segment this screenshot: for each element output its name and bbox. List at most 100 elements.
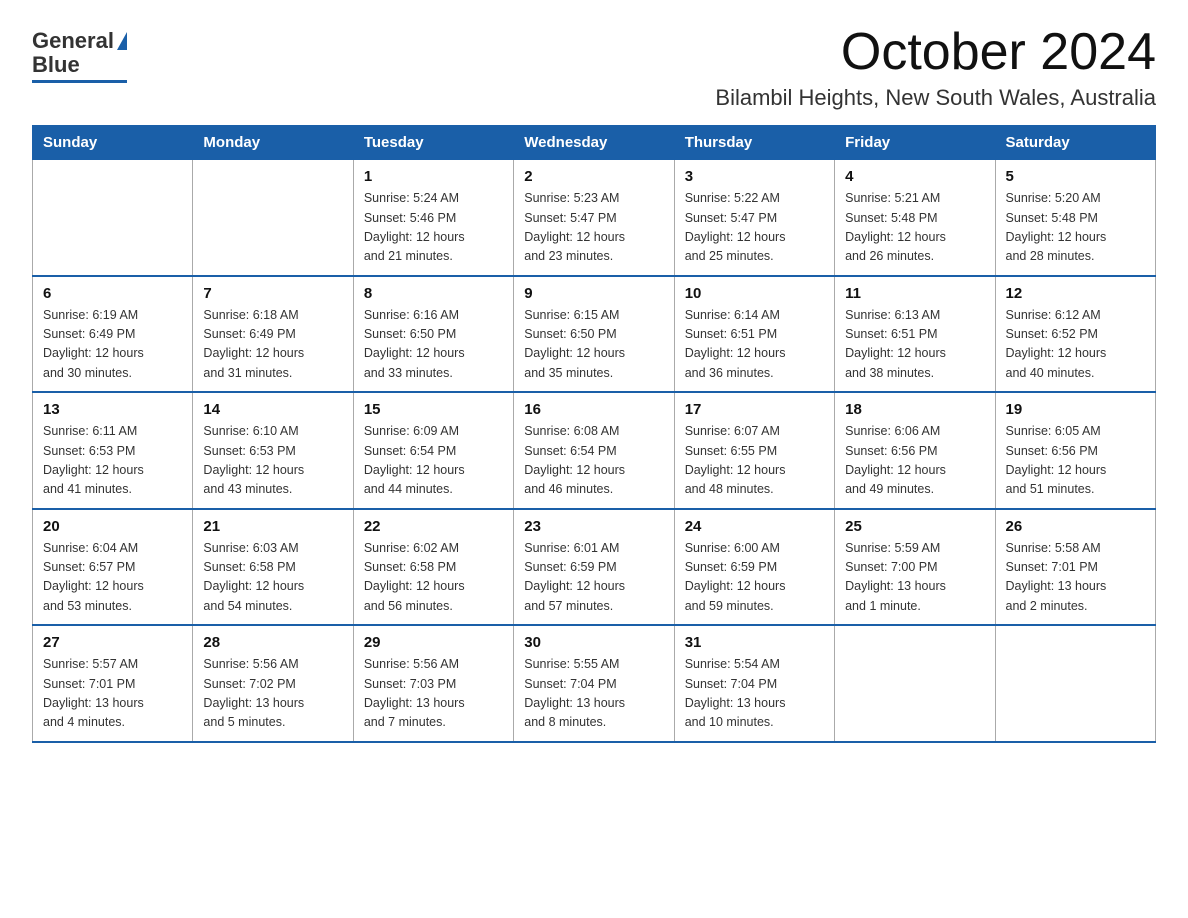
calendar-header: SundayMondayTuesdayWednesdayThursdayFrid… xyxy=(33,126,1156,160)
day-number: 6 xyxy=(43,285,182,302)
calendar-cell: 15Sunrise: 6:09 AM Sunset: 6:54 PM Dayli… xyxy=(353,392,513,509)
day-number: 11 xyxy=(845,285,984,302)
day-number: 19 xyxy=(1006,401,1145,418)
calendar-cell: 2Sunrise: 5:23 AM Sunset: 5:47 PM Daylig… xyxy=(514,160,674,276)
day-number: 21 xyxy=(203,518,342,535)
calendar-cell: 30 Sunrise: 5:55 AM Sunset: 7:04 PM Dayli… xyxy=(514,625,674,742)
day-info: Sunrise: 6:03 AM Sunset: 6:58 PM Dayligh… xyxy=(203,539,342,617)
calendar-cell: 6 Sunrise: 6:19 AM Sunset: 6:49 PM Daylig… xyxy=(33,276,193,393)
day-info: Sunrise: 5:22 AM Sunset: 5:47 PM Dayligh… xyxy=(685,189,824,267)
day-number: 2 xyxy=(524,168,663,185)
day-number: 17 xyxy=(685,401,824,418)
calendar-cell xyxy=(33,160,193,276)
day-info: Sunrise: 6:12 AM Sunset: 6:52 PM Dayligh… xyxy=(1006,306,1145,384)
day-info: Sunrise: 5:56 AM Sunset: 7:02 PM Dayligh… xyxy=(203,655,342,733)
day-info: Sunrise: 6:10 AM Sunset: 6:53 PM Dayligh… xyxy=(203,422,342,500)
day-info: Sunrise: 6:16 AM Sunset: 6:50 PM Dayligh… xyxy=(364,306,503,384)
calendar-cell: 11 Sunrise: 6:13 AM Sunset: 6:51 PM Dayli… xyxy=(835,276,995,393)
calendar-cell: 21 Sunrise: 6:03 AM Sunset: 6:58 PM Dayli… xyxy=(193,509,353,626)
day-info: Sunrise: 6:13 AM Sunset: 6:51 PM Dayligh… xyxy=(845,306,984,384)
calendar-cell: 19 Sunrise: 6:05 AM Sunset: 6:56 PM Dayli… xyxy=(995,392,1155,509)
day-number: 29 xyxy=(364,634,503,651)
calendar-cell: 9Sunrise: 6:15 AM Sunset: 6:50 PM Daylig… xyxy=(514,276,674,393)
weekday-header-sunday: Sunday xyxy=(33,126,193,160)
calendar-cell: 25 Sunrise: 5:59 AM Sunset: 7:00 PM Dayli… xyxy=(835,509,995,626)
day-info: Sunrise: 6:04 AM Sunset: 6:57 PM Dayligh… xyxy=(43,539,182,617)
calendar-week-row: 27 Sunrise: 5:57 AM Sunset: 7:01 PM Dayli… xyxy=(33,625,1156,742)
day-number: 30 xyxy=(524,634,663,651)
logo-triangle-icon xyxy=(117,32,127,50)
month-title: October 2024 xyxy=(715,24,1156,81)
day-number: 28 xyxy=(203,634,342,651)
weekday-header-friday: Friday xyxy=(835,126,995,160)
weekday-header-saturday: Saturday xyxy=(995,126,1155,160)
calendar-cell: 7Sunrise: 6:18 AM Sunset: 6:49 PM Daylig… xyxy=(193,276,353,393)
calendar-cell: 28 Sunrise: 5:56 AM Sunset: 7:02 PM Dayli… xyxy=(193,625,353,742)
day-number: 18 xyxy=(845,401,984,418)
weekday-header-wednesday: Wednesday xyxy=(514,126,674,160)
day-number: 3 xyxy=(685,168,824,185)
day-info: Sunrise: 5:55 AM Sunset: 7:04 PM Dayligh… xyxy=(524,655,663,733)
day-number: 27 xyxy=(43,634,182,651)
weekday-header-row: SundayMondayTuesdayWednesdayThursdayFrid… xyxy=(33,126,1156,160)
calendar-cell xyxy=(193,160,353,276)
day-number: 4 xyxy=(845,168,984,185)
calendar-cell: 14 Sunrise: 6:10 AM Sunset: 6:53 PM Dayli… xyxy=(193,392,353,509)
day-number: 23 xyxy=(524,518,663,535)
day-number: 20 xyxy=(43,518,182,535)
logo-general-text: General xyxy=(32,28,114,54)
calendar-cell: 29Sunrise: 5:56 AM Sunset: 7:03 PM Dayli… xyxy=(353,625,513,742)
calendar-cell: 10 Sunrise: 6:14 AM Sunset: 6:51 PM Dayli… xyxy=(674,276,834,393)
logo: General Blue xyxy=(32,28,127,83)
day-info: Sunrise: 6:02 AM Sunset: 6:58 PM Dayligh… xyxy=(364,539,503,617)
day-info: Sunrise: 6:05 AM Sunset: 6:56 PM Dayligh… xyxy=(1006,422,1145,500)
day-number: 13 xyxy=(43,401,182,418)
location-subtitle: Bilambil Heights, New South Wales, Austr… xyxy=(715,85,1156,111)
day-number: 9 xyxy=(524,285,663,302)
day-info: Sunrise: 5:58 AM Sunset: 7:01 PM Dayligh… xyxy=(1006,539,1145,617)
day-number: 14 xyxy=(203,401,342,418)
calendar-cell: 8 Sunrise: 6:16 AM Sunset: 6:50 PM Daylig… xyxy=(353,276,513,393)
calendar-cell: 13Sunrise: 6:11 AM Sunset: 6:53 PM Dayli… xyxy=(33,392,193,509)
logo-underline xyxy=(32,80,127,83)
day-info: Sunrise: 6:07 AM Sunset: 6:55 PM Dayligh… xyxy=(685,422,824,500)
calendar-cell: 4Sunrise: 5:21 AM Sunset: 5:48 PM Daylig… xyxy=(835,160,995,276)
calendar-table: SundayMondayTuesdayWednesdayThursdayFrid… xyxy=(32,125,1156,743)
day-info: Sunrise: 6:14 AM Sunset: 6:51 PM Dayligh… xyxy=(685,306,824,384)
day-number: 12 xyxy=(1006,285,1145,302)
day-info: Sunrise: 6:01 AM Sunset: 6:59 PM Dayligh… xyxy=(524,539,663,617)
calendar-week-row: 20 Sunrise: 6:04 AM Sunset: 6:57 PM Dayli… xyxy=(33,509,1156,626)
calendar-cell: 26 Sunrise: 5:58 AM Sunset: 7:01 PM Dayli… xyxy=(995,509,1155,626)
day-number: 25 xyxy=(845,518,984,535)
day-number: 16 xyxy=(524,401,663,418)
logo-blue-text: Blue xyxy=(32,52,80,78)
calendar-cell xyxy=(835,625,995,742)
calendar-cell: 12 Sunrise: 6:12 AM Sunset: 6:52 PM Dayli… xyxy=(995,276,1155,393)
day-info: Sunrise: 5:59 AM Sunset: 7:00 PM Dayligh… xyxy=(845,539,984,617)
calendar-cell: 22Sunrise: 6:02 AM Sunset: 6:58 PM Dayli… xyxy=(353,509,513,626)
day-number: 7 xyxy=(203,285,342,302)
day-number: 31 xyxy=(685,634,824,651)
day-number: 1 xyxy=(364,168,503,185)
calendar-cell xyxy=(995,625,1155,742)
day-number: 5 xyxy=(1006,168,1145,185)
day-info: Sunrise: 6:06 AM Sunset: 6:56 PM Dayligh… xyxy=(845,422,984,500)
calendar-cell: 16 Sunrise: 6:08 AM Sunset: 6:54 PM Dayli… xyxy=(514,392,674,509)
day-info: Sunrise: 5:54 AM Sunset: 7:04 PM Dayligh… xyxy=(685,655,824,733)
calendar-cell: 1Sunrise: 5:24 AM Sunset: 5:46 PM Daylig… xyxy=(353,160,513,276)
calendar-cell: 20 Sunrise: 6:04 AM Sunset: 6:57 PM Dayli… xyxy=(33,509,193,626)
weekday-header-monday: Monday xyxy=(193,126,353,160)
calendar-week-row: 13Sunrise: 6:11 AM Sunset: 6:53 PM Dayli… xyxy=(33,392,1156,509)
calendar-cell: 31 Sunrise: 5:54 AM Sunset: 7:04 PM Dayli… xyxy=(674,625,834,742)
day-number: 24 xyxy=(685,518,824,535)
calendar-cell: 17 Sunrise: 6:07 AM Sunset: 6:55 PM Dayli… xyxy=(674,392,834,509)
day-number: 26 xyxy=(1006,518,1145,535)
day-info: Sunrise: 6:19 AM Sunset: 6:49 PM Dayligh… xyxy=(43,306,182,384)
title-block: October 2024 Bilambil Heights, New South… xyxy=(715,24,1156,111)
day-info: Sunrise: 6:08 AM Sunset: 6:54 PM Dayligh… xyxy=(524,422,663,500)
day-number: 10 xyxy=(685,285,824,302)
day-info: Sunrise: 5:57 AM Sunset: 7:01 PM Dayligh… xyxy=(43,655,182,733)
calendar-cell: 5Sunrise: 5:20 AM Sunset: 5:48 PM Daylig… xyxy=(995,160,1155,276)
day-number: 8 xyxy=(364,285,503,302)
calendar-cell: 24Sunrise: 6:00 AM Sunset: 6:59 PM Dayli… xyxy=(674,509,834,626)
